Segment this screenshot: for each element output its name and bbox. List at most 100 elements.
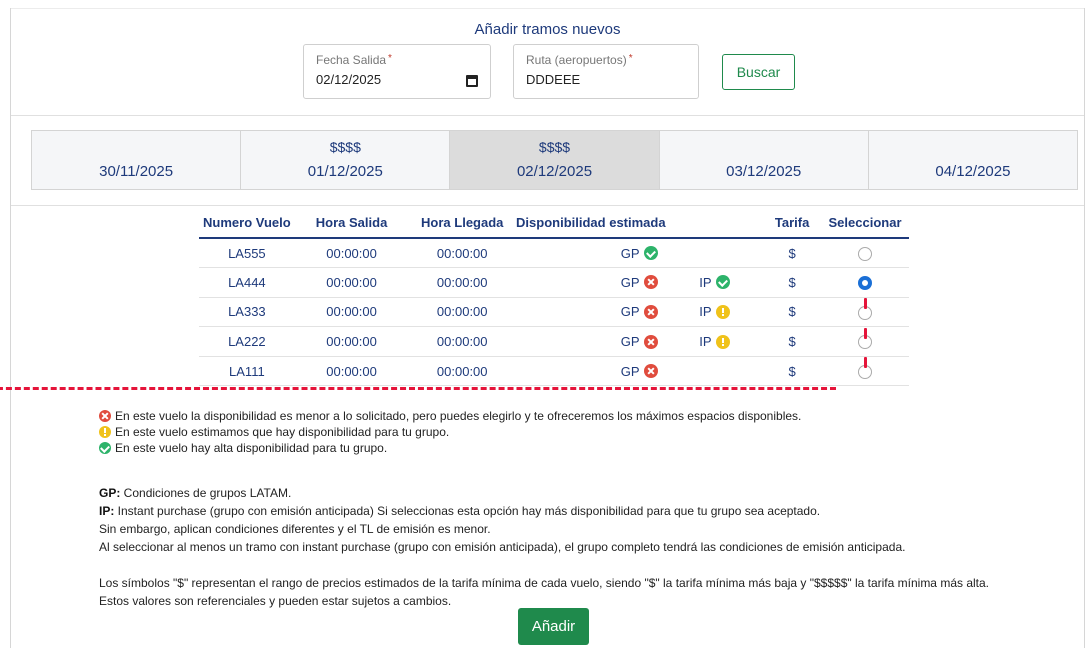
gp-label: GP	[620, 245, 640, 261]
gp-availability: GP	[516, 297, 666, 328]
departure-date-label: Fecha Salida	[316, 53, 387, 67]
gp-availability: GP	[516, 267, 666, 298]
required-mark: *	[388, 53, 392, 64]
col-header-availability-ip	[665, 208, 764, 239]
route-value[interactable]: DDDEEE	[526, 72, 580, 87]
fare-range: $	[763, 356, 822, 387]
note-term: IP:	[99, 504, 115, 518]
terms-notes: GP: Condiciones de grupos LATAM. IP: Ins…	[99, 484, 989, 610]
note-term: GP:	[99, 486, 121, 500]
gp-label: GP	[620, 334, 640, 350]
ip-availability: IP	[665, 326, 764, 357]
medium-availability-icon	[99, 426, 111, 438]
col-header-fare: Tarifa	[763, 208, 822, 239]
table-row: LA333 00:00:00 00:00:00 GP IP $	[199, 297, 909, 328]
note-gp: GP: Condiciones de grupos LATAM.	[99, 484, 989, 502]
flight-number: LA555	[199, 238, 295, 269]
gp-availability: GP	[516, 356, 666, 387]
departure-date-value[interactable]: 02/12/2025	[316, 72, 381, 87]
gp-availability: GP	[516, 326, 666, 357]
date-option[interactable]: 30/11/2025	[32, 131, 242, 189]
arrival-time: 00:00:00	[408, 356, 517, 387]
date-label: 30/11/2025	[99, 163, 174, 180]
table-row: LA222 00:00:00 00:00:00 GP IP $	[199, 326, 909, 357]
legend-item-red: En este vuelo la disponibilidad es menor…	[99, 408, 801, 424]
divider	[11, 205, 1084, 206]
note-line: Los símbolos "$" representan el rango de…	[99, 576, 990, 590]
gp-availability: GP	[516, 238, 666, 269]
availability-red-icon	[643, 364, 658, 379]
search-button[interactable]: Buscar	[722, 54, 795, 90]
route-label: Ruta (aeropuertos)	[526, 53, 627, 67]
add-button[interactable]: Añadir	[518, 608, 589, 645]
date-option[interactable]: 04/12/2025	[869, 131, 1077, 189]
departure-time: 00:00:00	[294, 297, 409, 328]
date-price: $$$$	[538, 139, 571, 155]
legend-text: En este vuelo estimamos que hay disponib…	[115, 425, 450, 439]
date-option[interactable]: 03/12/2025	[660, 131, 869, 189]
required-mark: *	[628, 53, 633, 64]
divider	[11, 115, 1084, 116]
departure-date-field[interactable]: Fecha Salida * 02/12/2025	[303, 44, 491, 99]
date-option[interactable]: $$$$ 02/12/2025	[450, 131, 660, 189]
col-header-arrival: Hora Llegada	[408, 208, 517, 239]
select-radio[interactable]	[858, 276, 873, 291]
fare-range: $	[763, 267, 822, 298]
annotation-mark	[864, 298, 868, 310]
date-price: $$$$	[329, 139, 361, 155]
col-header-availability: Disponibilidad estimada	[516, 208, 666, 239]
calendar-icon[interactable]	[466, 75, 478, 87]
fare-range: $	[763, 297, 822, 328]
note-line: Al seleccionar al menos un tramo con ins…	[99, 540, 906, 554]
departure-time: 00:00:00	[294, 238, 409, 269]
arrival-time: 00:00:00	[408, 238, 517, 269]
ip-availability	[665, 356, 764, 387]
gp-label: GP	[620, 363, 640, 379]
legend-item-green: En este vuelo hay alta disponibilidad pa…	[99, 440, 801, 456]
gp-label: GP	[620, 274, 640, 290]
date-label: 01/12/2025	[307, 163, 383, 180]
high-availability-icon	[99, 442, 111, 454]
select-cell	[821, 326, 909, 357]
note-line: Sin embargo, aplican condiciones diferen…	[99, 522, 491, 536]
route-field[interactable]: Ruta (aeropuertos) * DDDEEE	[513, 44, 699, 99]
legend-text: En este vuelo la disponibilidad es menor…	[115, 409, 802, 423]
legend-text: En este vuelo hay alta disponibilidad pa…	[115, 441, 388, 455]
gp-label: GP	[620, 304, 640, 320]
departure-time: 00:00:00	[294, 267, 409, 298]
flight-number: LA222	[199, 326, 295, 357]
arrival-time: 00:00:00	[408, 326, 517, 357]
flight-number: LA111	[199, 356, 295, 387]
date-option[interactable]: $$$$ 01/12/2025	[241, 131, 451, 189]
ip-availability	[665, 238, 764, 269]
flights-table: Numero Vuelo Hora Salida Hora Llegada Di…	[199, 208, 909, 387]
note-text: Condiciones de grupos LATAM.	[120, 486, 292, 500]
departure-time: 00:00:00	[294, 326, 409, 357]
availability-red-icon	[643, 275, 658, 290]
select-radio[interactable]	[858, 246, 873, 261]
availability-yellow-icon	[715, 334, 730, 349]
annotation-dashed-line	[0, 387, 836, 390]
fare-range: $	[763, 326, 822, 357]
ip-label: IP	[699, 304, 712, 320]
availability-yellow-icon	[715, 304, 730, 319]
select-cell	[821, 267, 909, 298]
note-text: Instant purchase (grupo con emisión anti…	[114, 504, 821, 518]
table-row: LA555 00:00:00 00:00:00 GP $	[199, 238, 909, 269]
arrival-time: 00:00:00	[408, 297, 517, 328]
col-header-departure: Hora Salida	[294, 208, 409, 239]
fare-range: $	[763, 238, 822, 269]
table-row: LA444 00:00:00 00:00:00 GP IP $	[199, 267, 909, 298]
annotation-mark	[864, 357, 868, 369]
arrival-time: 00:00:00	[408, 267, 517, 298]
ip-label: IP	[699, 334, 712, 350]
availability-red-icon	[643, 334, 658, 349]
select-cell	[821, 238, 909, 269]
low-availability-icon	[99, 410, 111, 422]
table-header-row: Numero Vuelo Hora Salida Hora Llegada Di…	[199, 208, 909, 239]
panel-title: Añadir tramos nuevos	[474, 21, 621, 38]
note-ip: IP: Instant purchase (grupo con emisión …	[99, 502, 989, 520]
availability-green-icon	[643, 246, 658, 261]
table-row: LA111 00:00:00 00:00:00 GP $	[199, 356, 909, 387]
availability-red-icon	[643, 304, 658, 319]
